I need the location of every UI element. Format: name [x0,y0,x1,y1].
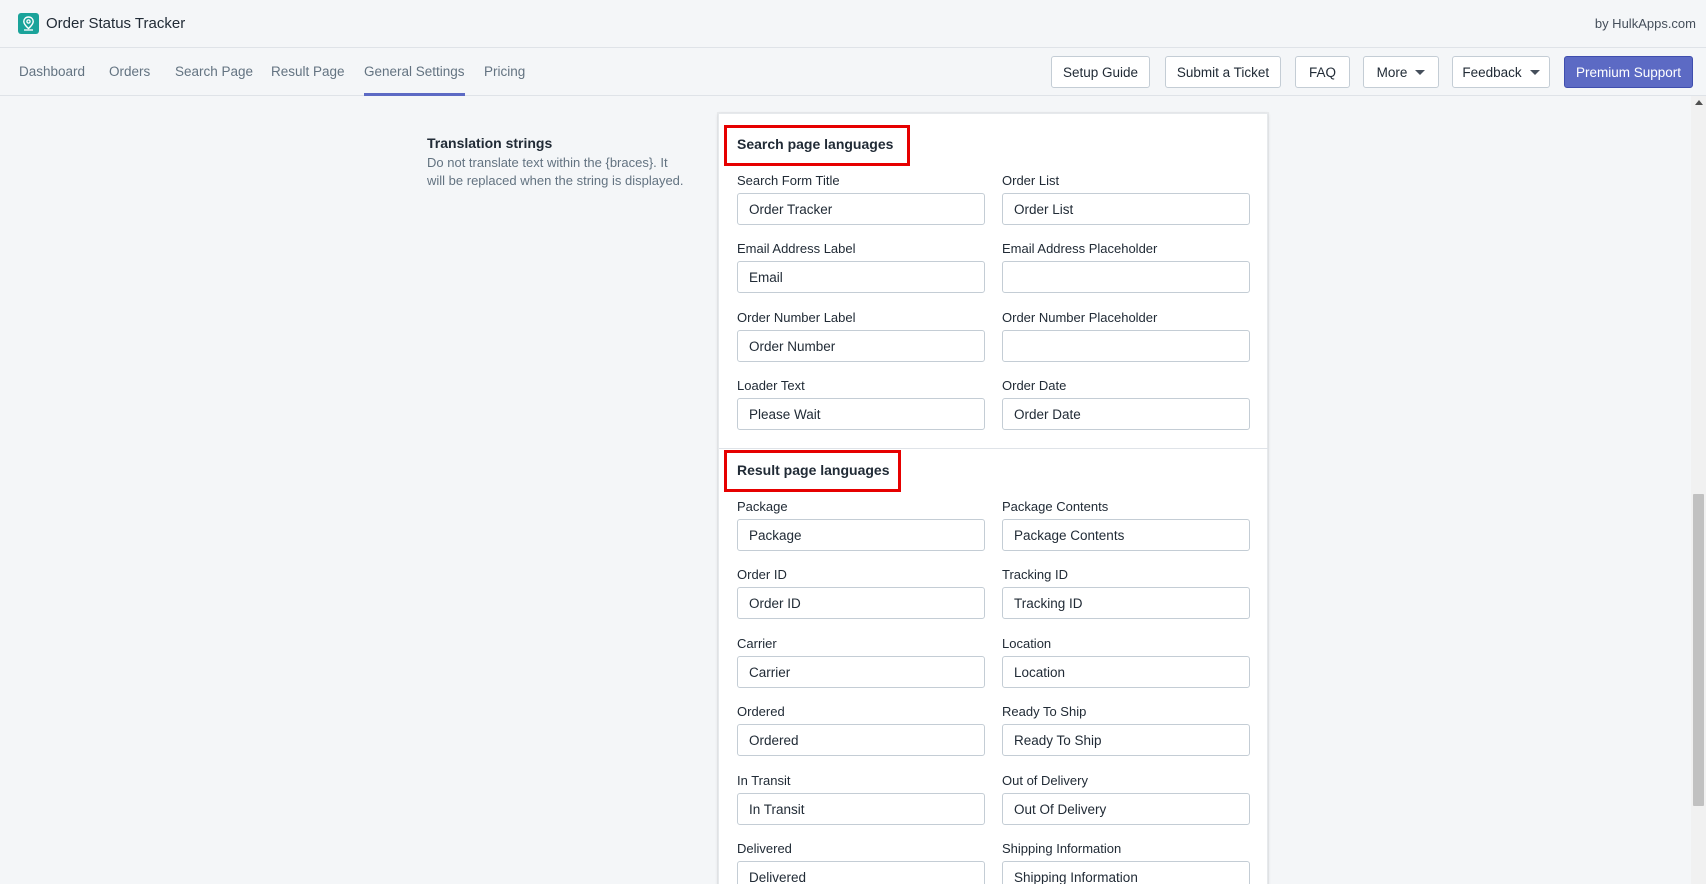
out-of-delivery-label: Out of Delivery [1002,773,1088,788]
map-pin-icon [18,13,39,34]
submit-ticket-button[interactable]: Submit a Ticket [1165,56,1281,88]
ready-to-ship-label: Ready To Ship [1002,704,1087,719]
shipping-information-label: Shipping Information [1002,841,1122,856]
main-nav: Dashboard Orders Search Page Result Page… [0,48,1706,96]
submit-ticket-label: Submit a Ticket [1176,64,1270,80]
scrollbar-thumb[interactable] [1693,494,1704,806]
delivered-label: Delivered [737,841,792,856]
loader-text-input[interactable] [737,398,985,430]
shipping-information-input[interactable] [1002,861,1250,884]
order-list-label: Order List [1002,173,1060,188]
ordered-input[interactable] [737,724,985,756]
setup-guide-button[interactable]: Setup Guide [1051,56,1150,88]
search-form-title-input[interactable] [737,193,985,225]
tab-general-settings[interactable]: General Settings [364,48,465,96]
page-scrollbar[interactable] [1691,96,1706,884]
faq-label: FAQ [1308,64,1336,80]
location-label: Location [1002,636,1052,651]
search-form-title-label: Search Form Title [737,173,840,188]
in-transit-input[interactable] [737,793,985,825]
more-label: More [1376,64,1408,80]
order-number-placeholder-input[interactable] [1002,330,1250,362]
setup-guide-label: Setup Guide [1062,64,1139,80]
out-of-delivery-input[interactable] [1002,793,1250,825]
order-number-placeholder-label: Order Number Placeholder [1002,310,1158,325]
scroll-up-arrow-icon[interactable] [1695,100,1703,105]
order-date-label: Order Date [1002,378,1067,393]
section-divider [719,448,1269,449]
in-transit-label: In Transit [737,773,791,788]
ordered-label: Ordered [737,704,785,719]
order-id-label: Order ID [737,567,787,582]
section-description: Do not translate text within the {braces… [427,155,684,188]
feedback-dropdown-button[interactable]: Feedback [1452,56,1550,88]
tracking-id-label: Tracking ID [1002,567,1068,582]
package-contents-input[interactable] [1002,519,1250,551]
caret-down-icon [1415,69,1426,75]
section-title: Translation strings [427,135,553,151]
tab-result-page[interactable]: Result Page [271,48,345,96]
package-input[interactable] [737,519,985,551]
faq-button[interactable]: FAQ [1295,56,1350,88]
order-list-input[interactable] [1002,193,1250,225]
order-id-input[interactable] [737,587,985,619]
package-contents-label: Package Contents [1002,499,1109,514]
email-address-label-input[interactable] [737,261,985,293]
ready-to-ship-input[interactable] [1002,724,1250,756]
app-title: Order Status Tracker [46,15,186,32]
premium-support-button[interactable]: Premium Support [1564,56,1693,88]
order-number-label-input[interactable] [737,330,985,362]
email-address-label-label: Email Address Label [737,241,856,256]
caret-down-icon [1529,69,1540,75]
tracking-id-input[interactable] [1002,587,1250,619]
location-input[interactable] [1002,656,1250,688]
carrier-label: Carrier [737,636,777,651]
email-address-placeholder-input[interactable] [1002,261,1250,293]
delivered-input[interactable] [737,861,985,884]
top-bar: Order Status Tracker by HulkApps.com [0,0,1706,48]
translation-card: Search page languages Search Form Title … [718,113,1269,884]
more-dropdown-button[interactable]: More [1363,56,1439,88]
order-number-label-label: Order Number Label [737,310,856,325]
tab-orders[interactable]: Orders [109,48,150,96]
feedback-label: Feedback [1462,64,1522,80]
tab-search-page[interactable]: Search Page [175,48,253,96]
package-label: Package [737,499,788,514]
result-page-languages-title: Result page languages [737,462,890,478]
order-date-input[interactable] [1002,398,1250,430]
tab-pricing[interactable]: Pricing [484,48,525,96]
email-address-placeholder-label: Email Address Placeholder [1002,241,1158,256]
vendor-credit: by HulkApps.com [1594,16,1696,31]
premium-support-label: Premium Support [1575,64,1682,80]
carrier-input[interactable] [737,656,985,688]
search-page-languages-title: Search page languages [737,136,894,152]
loader-text-label: Loader Text [737,378,805,393]
tab-dashboard[interactable]: Dashboard [19,48,85,96]
